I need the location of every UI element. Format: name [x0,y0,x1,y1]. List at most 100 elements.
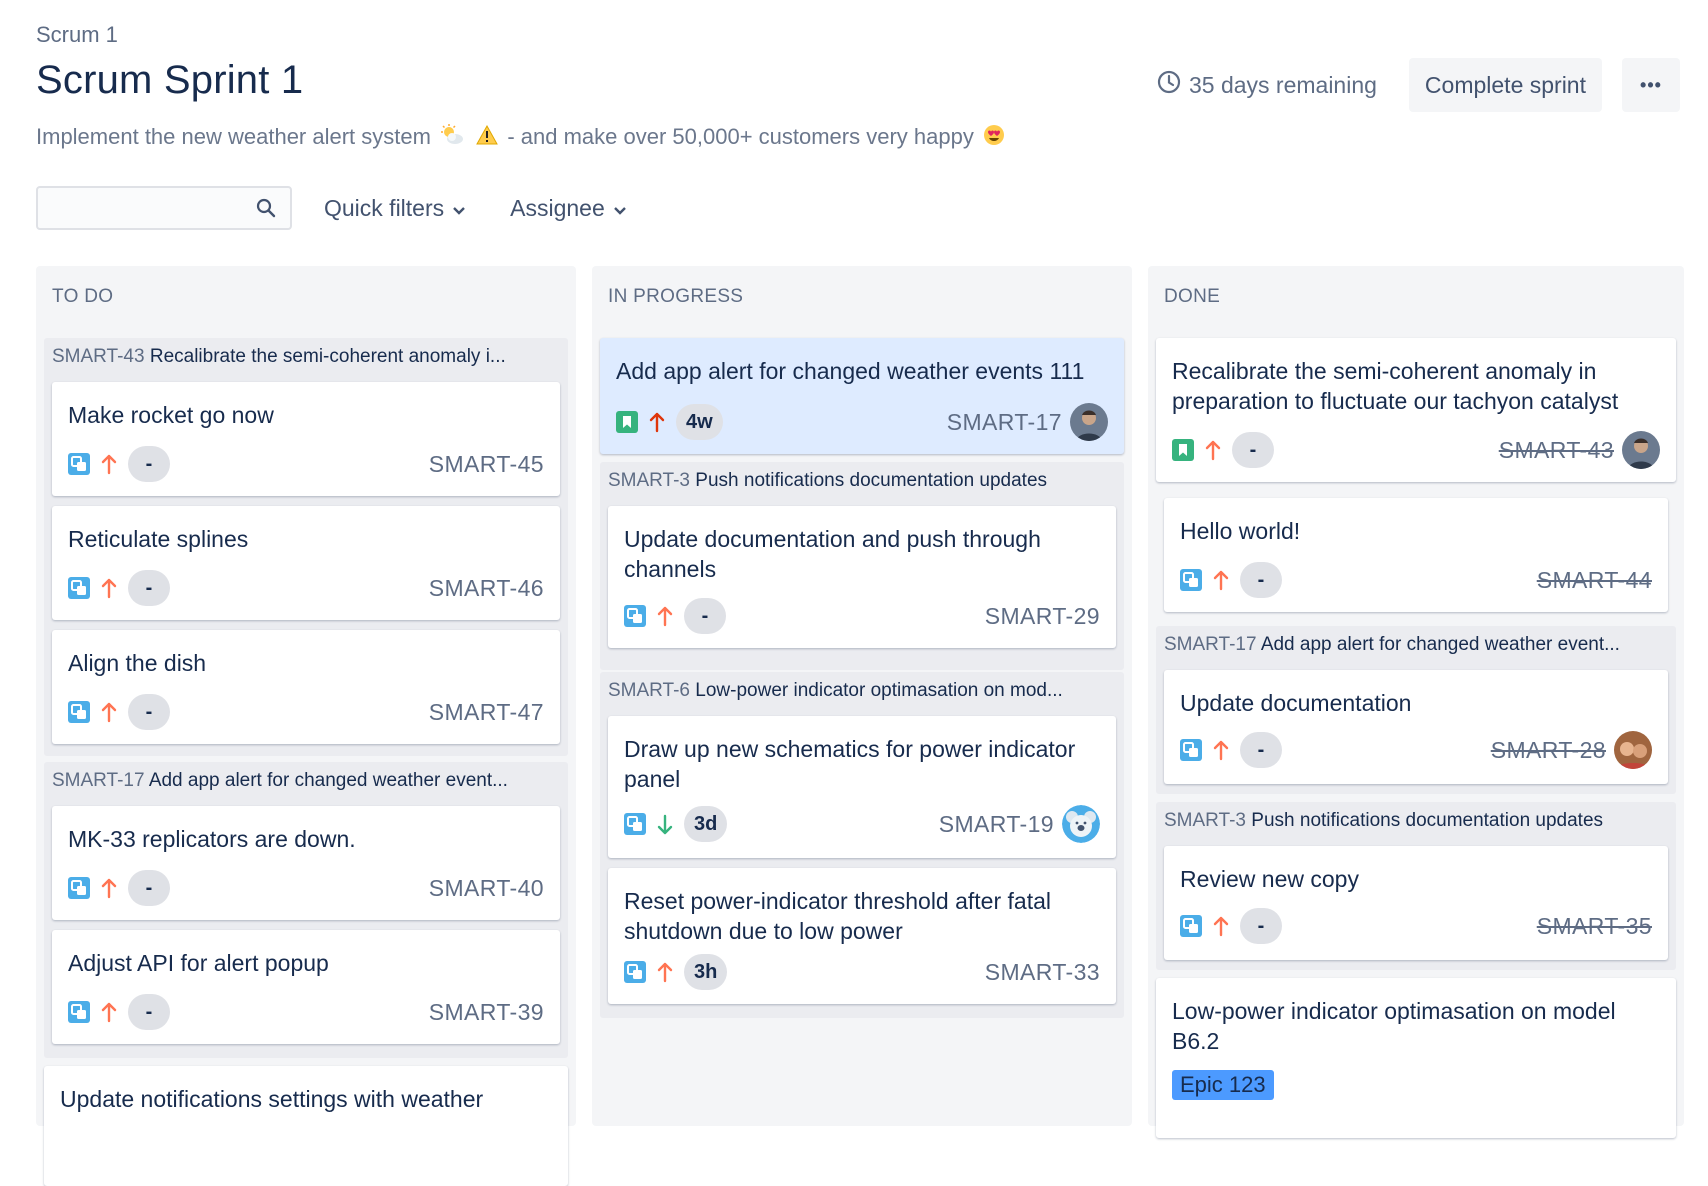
swimlane-header[interactable]: SMART-17 Add app alert for changed weath… [1164,626,1668,664]
priority-high-icon [657,962,673,983]
issue-card[interactable]: Low-power indicator optimasation on mode… [1156,978,1676,1138]
issue-key[interactable]: SMART-19 [939,811,1054,838]
estimate-badge: - [1240,908,1282,944]
swimlane: SMART-3 Push notifications documentation… [1156,802,1676,970]
issue-key[interactable]: SMART-35 [1537,913,1652,940]
issue-card[interactable]: Update notifications settings with weath… [44,1066,568,1186]
issue-footer: 4w SMART-17 [616,403,1108,441]
issue-key[interactable]: SMART-29 [985,603,1100,630]
issue-key[interactable]: SMART-47 [429,699,544,726]
more-actions-button[interactable]: ••• [1622,58,1680,112]
issue-card[interactable]: Reset power-indicator threshold after fa… [608,868,1116,1004]
swimlane-summary: Push notifications documentation updates [695,470,1048,491]
swimlane-header[interactable]: SMART-3 Push notifications documentation… [1164,802,1668,840]
avatar[interactable] [1614,731,1652,769]
issue-card[interactable]: Make rocket go now - SMART-45 [52,382,560,496]
swimlane: SMART-43 Recalibrate the semi-coherent a… [44,338,568,756]
priority-high-icon [657,606,673,627]
estimate-badge: - [128,870,170,906]
task-icon [1180,915,1202,937]
swimlane-key: SMART-3 [608,470,691,491]
task-icon [1180,569,1202,591]
epic-label[interactable]: Epic 123 [1172,1070,1274,1100]
sprint-goal-text: Implement the new weather alert system [36,124,431,149]
issue-summary: Update documentation and push through ch… [624,526,1041,582]
issue-card[interactable]: Update documentation - SMART-28 [1164,670,1668,784]
issue-card[interactable]: Draw up new schematics for power indicat… [608,716,1116,858]
issue-card[interactable]: Align the dish - SMART-47 [52,630,560,744]
breadcrumb[interactable]: Scrum 1 [36,22,118,48]
swimlane-summary: Add app alert for changed weather event.… [148,770,508,791]
more-icon: ••• [1640,74,1662,95]
issue-summary: Hello world! [1180,518,1301,544]
priority-high-icon [101,702,117,723]
issue-summary: Update documentation [1180,690,1412,716]
issue-footer: - SMART-39 [68,994,544,1030]
swimlane-header[interactable]: SMART-3 Push notifications documentation… [608,462,1116,500]
avatar[interactable] [1622,431,1660,469]
issue-key[interactable]: SMART-45 [429,451,544,478]
issue-summary: MK-33 replicators are down. [68,826,356,852]
koala-avatar[interactable] [1062,805,1100,843]
priority-low-icon [657,814,673,835]
issue-footer: - SMART-47 [68,694,544,730]
assignee-label: Assignee [510,194,605,221]
issue-card[interactable]: Update documentation and push through ch… [608,506,1116,648]
heart-eyes-icon [983,124,1005,152]
chevron-down-icon [613,195,627,222]
swimlane-header[interactable]: SMART-43 Recalibrate the semi-coherent a… [52,338,560,376]
swimlane-summary: Low-power indicator optimasation on mod.… [695,680,1063,701]
issue-footer: 3h SMART-33 [624,954,1100,990]
quick-filters-dropdown[interactable]: Quick filters [324,195,466,222]
issue-key[interactable]: SMART-46 [429,575,544,602]
issue-footer: 3d SMART-19 [624,805,1100,843]
priority-high-icon [101,454,117,475]
issue-key[interactable]: SMART-33 [985,959,1100,986]
issue-key[interactable]: SMART-17 [947,409,1062,436]
issue-card[interactable]: Recalibrate the semi-coherent anomaly in… [1156,338,1676,482]
issue-card[interactable]: Reticulate splines - SMART-46 [52,506,560,620]
task-icon [624,813,646,835]
sun-cloud-icon [440,124,464,152]
swimlane-header[interactable]: SMART-17 Add app alert for changed weath… [52,762,560,800]
issue-key[interactable]: SMART-39 [429,999,544,1026]
swimlane-header[interactable]: SMART-6 Low-power indicator optimasation… [608,672,1116,710]
complete-sprint-button[interactable]: Complete sprint [1408,58,1602,112]
issue-summary: Update notifications settings with weath… [60,1086,484,1112]
task-icon [1180,739,1202,761]
issue-card[interactable]: Review new copy - SMART-35 [1164,846,1668,960]
epic-badge: Epic 123 [1172,1070,1274,1100]
issue-footer: - SMART-43 [1172,431,1660,469]
swimlane-key: SMART-6 [608,680,691,701]
task-icon [68,1001,90,1023]
avatar[interactable] [1070,403,1108,441]
priority-highest-icon [649,412,665,433]
issue-footer: - SMART-45 [68,446,544,482]
assignee-dropdown[interactable]: Assignee [510,195,627,222]
search-input[interactable] [36,186,292,230]
issue-summary: Low-power indicator optimasation on mode… [1172,998,1616,1054]
estimate-badge: - [1240,562,1282,598]
story-icon [616,411,638,433]
sprint-actions: 35 days remaining Complete sprint ••• [1157,58,1680,112]
swimlane: SMART-6 Low-power indicator optimasation… [600,672,1124,1018]
issue-key[interactable]: SMART-44 [1537,567,1652,594]
issue-card[interactable]: Adjust API for alert popup - SMART-39 [52,930,560,1044]
issue-key[interactable]: SMART-43 [1499,437,1614,464]
issue-card[interactable]: Hello world! - SMART-44 [1164,498,1668,612]
priority-high-icon [1213,570,1229,591]
priority-high-icon [1213,740,1229,761]
estimate-badge: - [128,446,170,482]
issue-footer: - SMART-35 [1180,908,1652,944]
issue-card-selected[interactable]: Add app alert for changed weather events… [600,338,1124,454]
estimate-badge: - [1240,732,1282,768]
issue-card[interactable]: MK-33 replicators are down. - SMART-40 [52,806,560,920]
quick-filters-label: Quick filters [324,194,445,221]
task-icon [68,877,90,899]
estimate-badge: - [128,994,170,1030]
issue-key[interactable]: SMART-28 [1491,737,1606,764]
estimate-badge: 4w [676,404,723,440]
column-title: DONE [1164,286,1221,307]
days-remaining-label: 35 days remaining [1188,71,1377,98]
issue-key[interactable]: SMART-40 [429,875,544,902]
